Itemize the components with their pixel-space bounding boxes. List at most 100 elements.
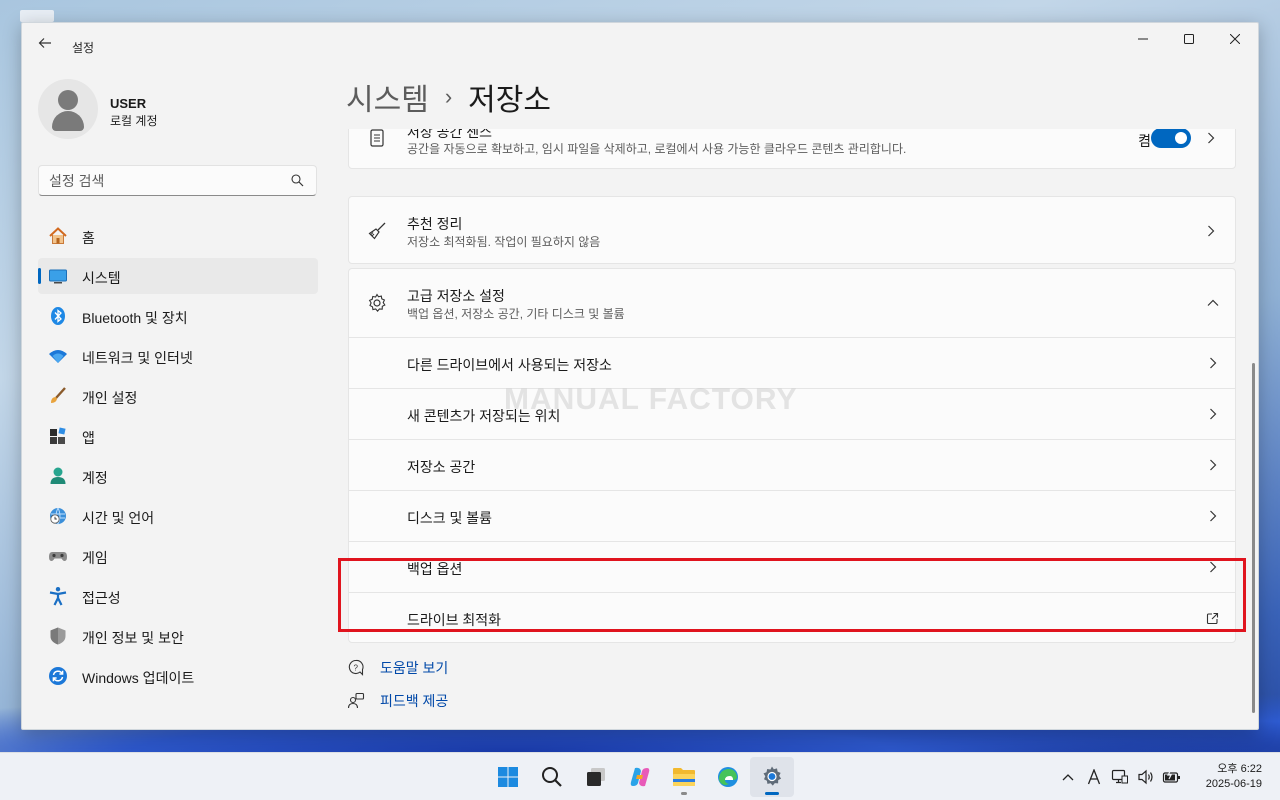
minimize-button[interactable] [1120,23,1166,55]
storage-spaces-row[interactable]: 저장소 공간 [349,439,1236,490]
battery-icon [1162,769,1180,783]
bluetooth-icon [48,306,68,326]
back-button[interactable] [34,35,56,57]
edge-icon [718,767,738,787]
running-indicator [765,792,779,795]
advanced-storage-title: 고급 저장소 설정 [407,288,505,304]
get-help-link[interactable]: ? 도움말 보기 [346,651,448,684]
taskbar-apps [486,757,794,797]
drive-optimization-row[interactable]: 드라이브 최적화 [349,592,1236,643]
clock-date: 2025-06-19 [1205,778,1262,790]
toggle-knob [1175,132,1187,144]
clock[interactable]: 오후 6:22 2025-06-19 [1206,762,1262,792]
search-icon[interactable] [291,174,304,187]
copilot-icon [630,767,650,787]
storage-used-on-other-drives-row[interactable]: 다른 드라이브에서 사용되는 저장소 [349,337,1236,388]
gear-icon [367,293,387,313]
advanced-storage-desc: 백업 옵션, 저장소 공간, 기타 디스크 및 볼륨 [407,307,625,321]
chevron-right-icon [1207,561,1219,573]
search-box[interactable] [38,165,317,196]
volume-icon [1138,769,1153,785]
account-type: 로컬 계정 [110,114,158,128]
storage-sense-desc: 공간을 자동으로 확보하고, 임시 파일을 삭제하고, 로컬에서 사용 가능한 … [407,142,907,156]
external-link-icon [1205,611,1219,625]
chevron-up-icon[interactable] [1207,297,1219,309]
give-feedback-link[interactable]: 피드백 제공 [346,684,448,717]
battery-button[interactable] [1160,767,1184,787]
input-indicator-button[interactable] [1082,767,1106,787]
sidebar-item-bluetooth[interactable]: Bluetooth 및 장치 [38,298,318,334]
storage-sense-icon [367,129,387,148]
sidebar-item-personalization[interactable]: 개인 설정 [38,378,318,414]
chevron-right-icon [1207,408,1219,420]
taskbar-search-button[interactable] [530,757,574,797]
sub-row-label: 디스크 및 볼륨 [407,510,493,526]
tray-overflow-button[interactable] [1056,767,1080,787]
sidebar-item-accounts[interactable]: 계정 [38,458,318,494]
settings-window: 설정 USER 로컬 계정 홈 [21,22,1259,730]
start-button[interactable] [486,757,530,797]
network-button[interactable] [1108,767,1132,787]
cleanup-title: 추천 정리 [407,216,463,232]
chevron-right-icon[interactable] [1205,225,1217,237]
sidebar-item-apps[interactable]: 앱 [38,418,318,454]
sidebar-item-gaming[interactable]: 게임 [38,538,318,574]
system-tray [1054,767,1184,787]
avatar-head [58,90,78,110]
task-view-button[interactable] [574,757,618,797]
storage-sense-toggle[interactable] [1151,129,1191,148]
search-input[interactable] [49,172,279,190]
desktop-icon[interactable] [20,10,54,22]
file-explorer-button[interactable] [662,757,706,797]
file-explorer-icon [673,768,695,786]
advanced-storage-header[interactable]: 고급 저장소 설정 백업 옵션, 저장소 공간, 기타 디스크 및 볼륨 [349,269,1236,337]
running-indicator [681,792,687,795]
close-button[interactable] [1212,23,1258,55]
cleanup-desc: 저장소 최적화됨. 작업이 필요하지 않음 [407,235,601,249]
page-title: 저장소 [468,84,551,117]
sidebar-item-label: 개인 설정 [82,390,138,406]
edge-button[interactable] [706,757,750,797]
broom-icon [367,221,387,241]
storage-sense-card[interactable]: 저장 공간 센스 공간을 자동으로 확보하고, 임시 파일을 삭제하고, 로컬에… [348,129,1236,169]
help-links: ? 도움말 보기 피드백 제공 [346,651,448,717]
close-icon [1230,34,1240,44]
sidebar-item-home[interactable]: 홈 [38,218,318,254]
sub-row-label: 다른 드라이브에서 사용되는 저장소 [407,357,612,373]
disks-and-volumes-row[interactable]: 디스크 및 볼륨 [349,490,1236,541]
chevron-right-icon [1207,510,1219,522]
breadcrumb-parent[interactable]: 시스템 [346,75,429,119]
sidebar-item-privacy[interactable]: 개인 정보 및 보안 [38,618,318,654]
chevron-right-icon[interactable] [1205,132,1217,144]
settings-icon [763,766,782,786]
back-arrow-icon [38,38,51,48]
advanced-storage-settings-card: 고급 저장소 설정 백업 옵션, 저장소 공간, 기타 디스크 및 볼륨 다른 … [348,268,1236,643]
backup-options-row[interactable]: 백업 옵션 [349,541,1236,592]
minimize-icon [1138,38,1148,40]
sidebar-item-accessibility[interactable]: 접근성 [38,578,318,614]
sidebar-item-label: 네트워크 및 인터넷 [82,350,193,366]
avatar[interactable] [38,79,98,139]
scrollbar[interactable] [1252,363,1255,713]
sidebar-item-time-language[interactable]: 시간 및 언어 [38,498,318,534]
sidebar-item-label: Bluetooth 및 장치 [82,310,188,326]
accessibility-icon [48,586,68,606]
sidebar-item-system[interactable]: 시스템 [38,258,318,294]
chevron-right-icon [1207,357,1219,369]
wifi-icon [48,346,68,366]
search-icon [542,767,562,787]
cleanup-recommendations-card[interactable]: 추천 정리 저장소 최적화됨. 작업이 필요하지 않음 [348,196,1236,264]
sidebar-item-label: 시간 및 언어 [82,510,155,526]
sidebar-item-windows-update[interactable]: Windows 업데이트 [38,658,318,694]
network-icon [1111,769,1128,784]
maximize-button[interactable] [1166,23,1212,55]
breadcrumb-separator: › [444,84,453,109]
account-icon [48,466,68,486]
shield-icon [48,626,68,646]
user-name: USER [110,96,147,111]
copilot-button[interactable] [618,757,662,797]
volume-button[interactable] [1134,767,1158,787]
sidebar-item-label: 접근성 [82,590,121,606]
settings-taskbar-button[interactable] [750,757,794,797]
sidebar-item-network[interactable]: 네트워크 및 인터넷 [38,338,318,374]
